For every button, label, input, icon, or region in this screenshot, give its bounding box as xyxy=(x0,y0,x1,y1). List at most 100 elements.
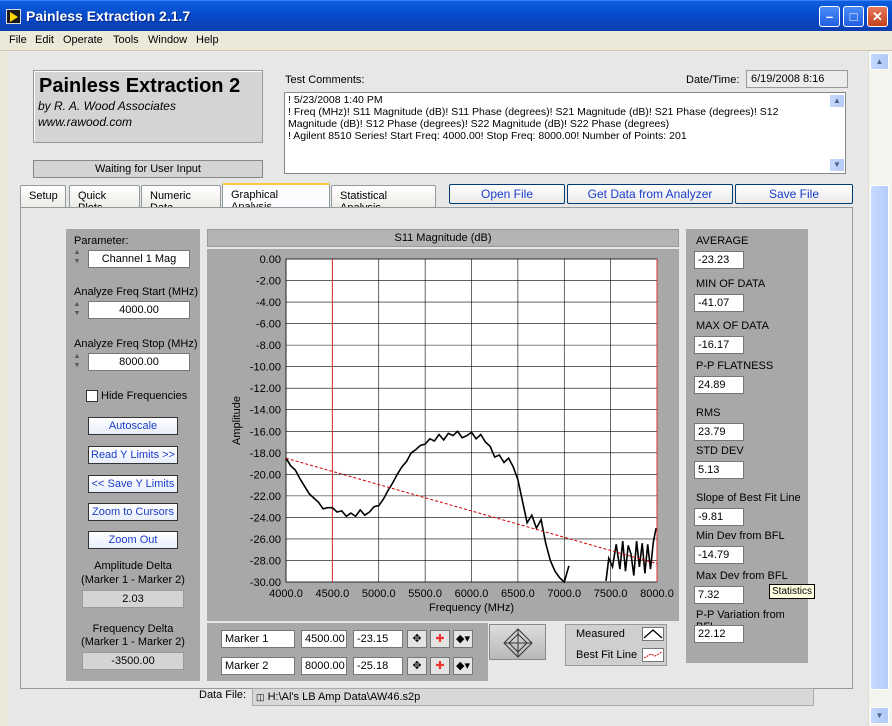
scroll-thumb[interactable] xyxy=(870,185,889,690)
stat-value-3: 24.89 xyxy=(694,376,744,394)
tab-quick-plots[interactable]: Quick Plots xyxy=(69,185,140,214)
logo: Painless Extraction 2 by R. A. Wood Asso… xyxy=(33,70,263,143)
stop-freq-label: Analyze Freq Stop (MHz) xyxy=(74,338,198,350)
close-button[interactable]: ✕ xyxy=(867,6,888,27)
stat-label-8: Max Dev from BFL xyxy=(696,570,788,582)
tab-graphical-analysis[interactable]: Graphical Analysis xyxy=(222,183,330,213)
zoom-out-button[interactable]: Zoom Out xyxy=(88,531,178,549)
comments-scroll-up-icon[interactable]: ▲ xyxy=(829,94,845,108)
date-field[interactable]: 6/19/2008 8:16 xyxy=(746,70,848,88)
marker-2-freq[interactable]: 8000.00 xyxy=(301,657,347,675)
stat-label-6: Slope of Best Fit Line xyxy=(696,492,801,504)
scroll-down-icon[interactable]: ▼ xyxy=(870,707,889,724)
stat-label-3: P-P FLATNESS xyxy=(696,360,774,372)
amplitude-delta-label: Amplitude Delta xyxy=(94,560,172,572)
stop-freq-spinner-icon[interactable]: ▲ ▼ xyxy=(72,352,82,372)
y-tick-label-14: -28.00 xyxy=(250,555,281,567)
logo-author: by R. A. Wood Associates xyxy=(38,99,176,113)
marker-1-move-icon[interactable]: ✥ xyxy=(407,630,427,648)
menu-tools[interactable]: Tools xyxy=(113,34,139,46)
marker-2-lock-icon[interactable]: ◆▾ xyxy=(453,657,473,675)
tab-statistical-analysis[interactable]: Statistical Analysis xyxy=(331,185,436,214)
maximize-button[interactable]: □ xyxy=(843,6,864,27)
x-tick-label-6: 7000.0 xyxy=(547,588,581,600)
stat-label-7: Min Dev from BFL xyxy=(696,530,785,542)
parameter-spinner-icon[interactable]: ▲ ▼ xyxy=(72,248,82,268)
parameter-select[interactable]: Channel 1 Mag xyxy=(88,250,190,268)
y-tick-label-5: -10.00 xyxy=(250,362,281,374)
stat-value-0: -23.23 xyxy=(694,251,744,269)
start-freq-label: Analyze Freq Start (MHz) xyxy=(74,286,199,298)
x-tick-label-0: 4000.0 xyxy=(269,588,303,600)
x-axis-label: Frequency (MHz) xyxy=(429,602,514,614)
s11-chart[interactable]: 4000.0 4500.0 5000.0 5500.0 6000.0 6500.0 7000… xyxy=(207,249,679,621)
logo-url: www.rawood.com xyxy=(38,115,133,129)
get-data-button[interactable]: Get Data from Analyzer xyxy=(567,184,733,204)
stat-value-6: -9.81 xyxy=(694,508,744,526)
marker-2-name: Marker 2 xyxy=(221,657,295,675)
stat-value-7: -14.79 xyxy=(694,546,744,564)
y-tick-label-4: -8.00 xyxy=(256,340,281,352)
menu-window[interactable]: Window xyxy=(148,34,187,46)
x-tick-label-5: 6500.0 xyxy=(501,588,535,600)
autoscale-button[interactable]: Autoscale xyxy=(88,417,178,435)
menu-operate[interactable]: Operate xyxy=(63,34,103,46)
y-tick-label-6: -12.00 xyxy=(250,383,281,395)
menu-help[interactable]: Help xyxy=(196,34,219,46)
stat-label-2: MAX OF DATA xyxy=(696,320,769,332)
legend-bestfit-swatch xyxy=(642,648,664,662)
comments-label: Test Comments: xyxy=(285,74,365,86)
y-tick-label-11: -22.00 xyxy=(250,491,281,503)
stat-label-5: STD DEV xyxy=(696,445,744,457)
title-bar: Painless Extraction 2.1.7 – □ ✕ xyxy=(0,0,892,31)
marker-1-amp: -23.15 xyxy=(353,630,403,648)
tab-setup[interactable]: Setup xyxy=(20,185,66,208)
y-tick-label-7: -14.00 xyxy=(250,405,281,417)
menu-file[interactable]: File xyxy=(9,34,27,46)
stat-value-2: -16.17 xyxy=(694,336,744,354)
x-tick-label-8: 8000.0 xyxy=(640,588,674,600)
frequency-delta-value: -3500.00 xyxy=(82,652,184,670)
marker-2-crosshair-icon[interactable]: ✚ xyxy=(430,657,450,675)
stat-label-4: RMS xyxy=(696,407,721,419)
pan-zoom-icon[interactable] xyxy=(489,624,546,660)
open-file-button[interactable]: Open File xyxy=(449,184,565,204)
marker-2-move-icon[interactable]: ✥ xyxy=(407,657,427,675)
stop-freq-input[interactable]: 8000.00 xyxy=(88,353,190,371)
test-comments-textarea[interactable]: ! 5/23/2008 1:40 PM ! Freq (MHz)! S11 Ma… xyxy=(284,92,846,174)
hide-frequencies-checkbox[interactable] xyxy=(86,390,98,402)
datafile-label: Data File: xyxy=(199,689,247,701)
stat-value-4: 23.79 xyxy=(694,423,744,441)
minimize-button[interactable]: – xyxy=(819,6,840,27)
save-y-limits-button[interactable]: << Save Y Limits xyxy=(88,475,178,493)
read-y-limits-button[interactable]: Read Y Limits >> xyxy=(88,446,178,464)
frequency-delta-label: Frequency Delta xyxy=(92,623,174,635)
save-file-button[interactable]: Save File xyxy=(735,184,853,204)
stat-value-5: 5.13 xyxy=(694,461,744,479)
legend-measured-label: Measured xyxy=(576,628,625,640)
zoom-to-cursors-button[interactable]: Zoom to Cursors xyxy=(88,503,178,521)
frequency-delta-sublabel: (Marker 1 - Marker 2) xyxy=(81,636,185,648)
start-freq-spinner-icon[interactable]: ▲ ▼ xyxy=(72,300,82,320)
datafile-path-text: H:\Al's LB Amp Data\AW46.s2p xyxy=(267,691,421,703)
marker-1-freq[interactable]: 4500.00 xyxy=(301,630,347,648)
marker-panel: Marker 1 4500.00 -23.15 ✥ ✚ ◆▾ Marker 2 … xyxy=(207,623,488,681)
comments-scroll-down-icon[interactable]: ▼ xyxy=(829,158,845,172)
menu-bar: File Edit Operate Tools Window Help xyxy=(0,31,892,51)
stat-value-8: 7.32 xyxy=(694,586,744,604)
scroll-up-icon[interactable]: ▲ xyxy=(870,53,889,70)
app-icon xyxy=(6,9,21,24)
start-freq-input[interactable]: 4000.00 xyxy=(88,301,190,319)
hide-frequencies-label: Hide Frequencies xyxy=(101,390,188,402)
status-indicator: Waiting for User Input xyxy=(33,160,263,178)
y-tick-label-9: -18.00 xyxy=(250,448,281,460)
y-tick-label-8: -16.00 xyxy=(250,426,281,438)
x-tick-label-4: 6000.0 xyxy=(455,588,489,600)
y-tick-label-13: -26.00 xyxy=(250,534,281,546)
marker-1-lock-icon[interactable]: ◆▾ xyxy=(453,630,473,648)
menu-edit[interactable]: Edit xyxy=(35,34,54,46)
datafile-path[interactable]: ◫ H:\Al's LB Amp Data\AW46.s2p xyxy=(252,688,814,706)
stat-value-1: -41.07 xyxy=(694,294,744,312)
marker-1-crosshair-icon[interactable]: ✚ xyxy=(430,630,450,648)
tab-numeric-data[interactable]: Numeric Data xyxy=(141,185,221,214)
